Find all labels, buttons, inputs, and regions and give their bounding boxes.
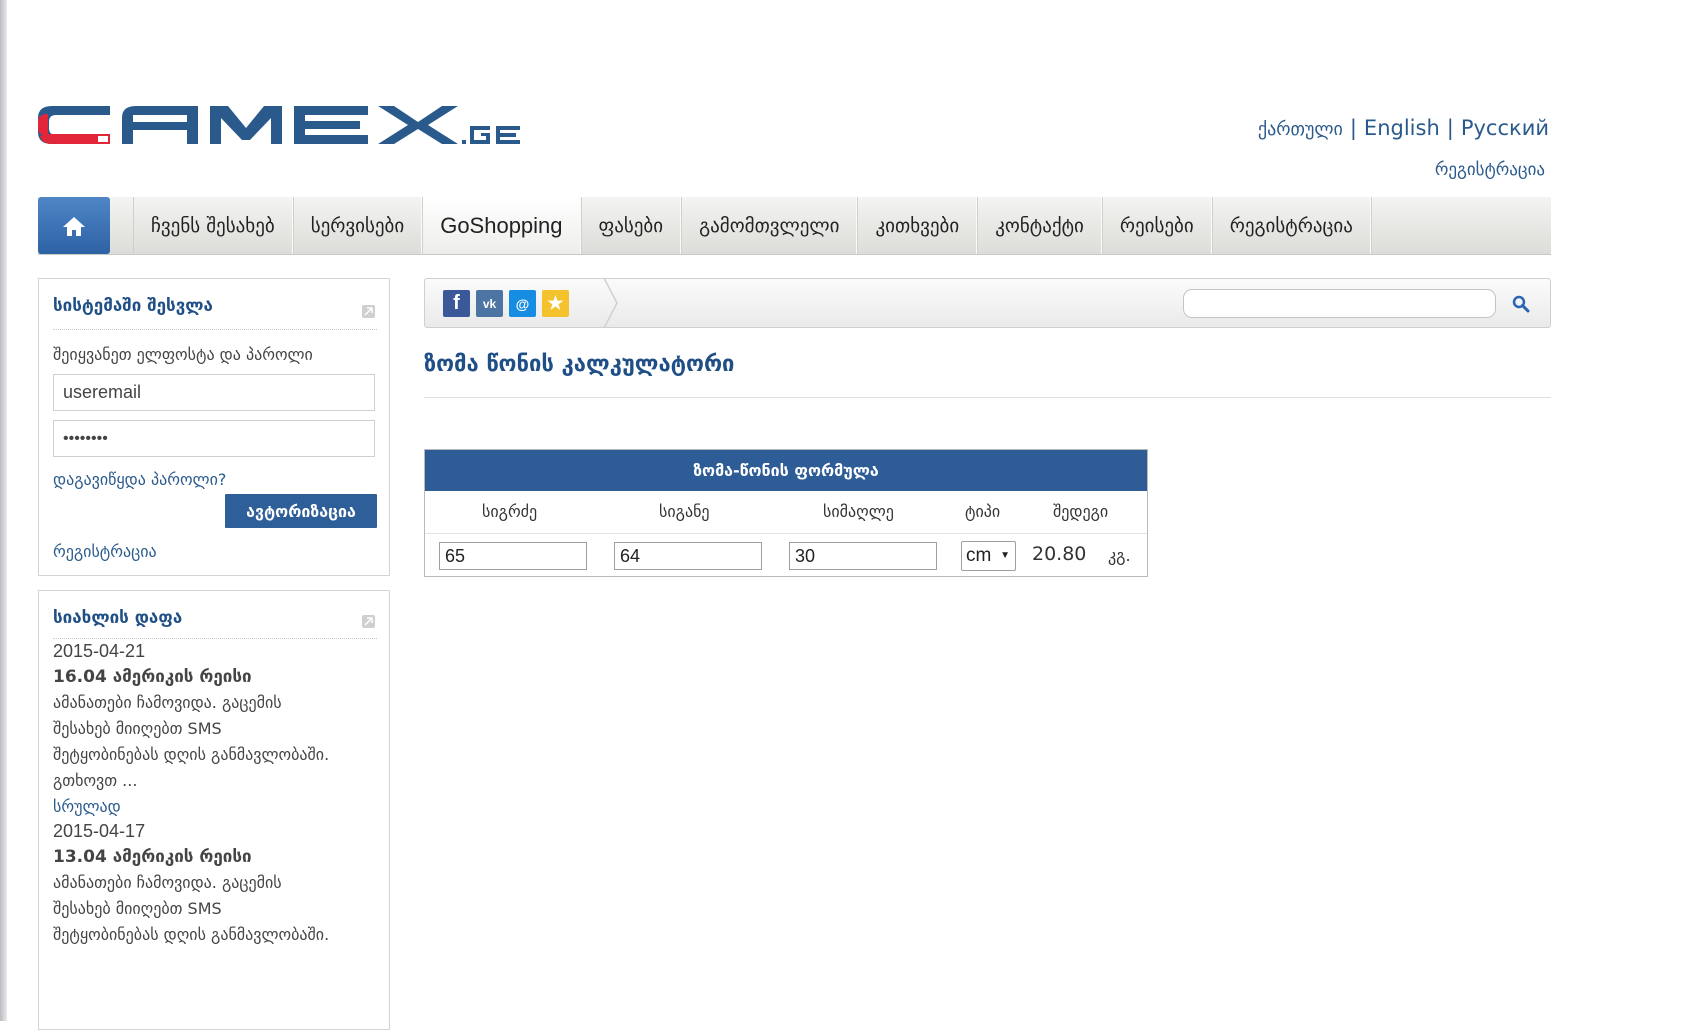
social-share: f vk @ ★ [443,290,569,317]
width-input[interactable]: 64 [614,542,762,570]
window-edge [0,0,7,1021]
search-button[interactable] [1510,293,1532,315]
divider [53,329,377,330]
login-hint: შეიყვანეთ ელფოსტა და პაროლი [53,345,313,364]
login-button[interactable]: ავტორიზაცია [225,494,377,528]
nav-faq[interactable]: კითხვები [857,197,978,254]
expand-icon[interactable] [362,615,375,628]
unit-select-value: cm [966,545,992,566]
news-text-line: შეტყობინებას დღის განმავლობაში. [53,925,330,944]
news-headline: 13.04 ამერიკის რეისი [53,847,252,867]
lang-russian[interactable]: Русский [1461,116,1549,140]
nav-divider [1370,197,1372,254]
camex-logo-image [38,106,520,144]
favorite-star-icon[interactable]: ★ [542,290,569,317]
main-nav: ჩვენს შესახებ სერვისები GoShopping ფასებ… [38,197,1551,255]
nav-flights[interactable]: რეისები [1101,197,1212,254]
page-title: ზომა წონის კალკულატორი [424,352,735,377]
column-length: სიგრძე [482,502,538,521]
news-text-line: შესახებ მიიღებთ SMS [53,899,222,918]
password-field[interactable]: •••••••• [53,420,375,457]
home-button[interactable] [38,197,110,254]
news-date: 2015-04-21 [53,641,146,661]
login-box: სისტემაში შესვლა შეიყვანეთ ელფოსტა და პა… [38,278,390,576]
email-field[interactable]: useremail [53,374,375,411]
search-input[interactable] [1183,289,1496,318]
forgot-password-link[interactable]: დაგავიწყდა პაროლი? [53,470,226,489]
nav-contact[interactable]: კონტაქტი [977,197,1102,254]
nav-about[interactable]: ჩვენს შესახებ [133,197,293,254]
news-title: სიახლის დაფა [53,608,183,628]
nav-services[interactable]: სერვისები [292,197,423,254]
news-list: 2015-04-21 16.04 ამერიკის რეისი ამანათებ… [53,639,379,948]
chevron-down-icon: ▼ [1000,550,1010,561]
nav-calculator[interactable]: გამომთვლელი [681,197,858,254]
language-switcher: ქართული | English | Русский [1258,116,1549,140]
calculator-header: ზომა-წონის ფორმულა [425,450,1147,491]
news-item: 2015-04-21 16.04 ამერიკის რეისი ამანათებ… [53,639,379,819]
nav-prices[interactable]: ფასები [580,197,682,254]
vk-icon[interactable]: vk [476,290,503,317]
news-read-more-link[interactable]: სრულად [53,794,379,819]
news-text-line: შესახებ მიიღებთ SMS [53,719,222,738]
news-headline: 16.04 ამერიკის რეისი [53,667,252,687]
header-register-link[interactable]: რეგისტრაცია [1435,160,1545,180]
news-text-line: ამანათები ჩამოვიდა. გაცემის [53,693,282,712]
height-input[interactable]: 30 [789,542,937,570]
column-type: ტიპი [965,502,1001,521]
calculator-input-row: 65 64 30 cm ▼ 20.80 კგ. [425,534,1147,577]
toolbar-separator [603,278,618,328]
size-weight-calculator: ზომა-წონის ფორმულა სიგრძე სიგანე სიმაღლე… [424,449,1148,577]
nav-register[interactable]: რეგისტრაცია [1211,197,1371,254]
expand-icon[interactable] [362,305,375,318]
search-icon [1512,295,1530,313]
divider [424,397,1551,398]
lang-english[interactable]: English [1364,116,1440,140]
home-icon [63,216,85,236]
news-box: სიახლის დაფა 2015-04-21 16.04 ამერიკის რ… [38,590,390,1030]
facebook-icon[interactable]: f [443,290,470,317]
length-input[interactable]: 65 [439,542,587,570]
column-height: სიმაღლე [823,502,894,521]
camex-logo[interactable] [38,100,528,152]
result-unit: კგ. [1108,546,1131,565]
nav-items: ჩვენს შესახებ სერვისები GoShopping ფასებ… [133,197,1372,254]
lang-georgian[interactable]: ქართული [1258,119,1343,140]
news-text-line: გთხოვთ ... [53,771,138,790]
mail-icon[interactable]: @ [509,290,536,317]
content-toolbar: f vk @ ★ [424,278,1551,328]
unit-select[interactable]: cm ▼ [961,541,1016,571]
lang-separator: | [1349,116,1357,140]
news-text-line: ამანათები ჩამოვიდა. გაცემის [53,873,282,892]
column-result: შედეგი [1053,502,1109,521]
news-date: 2015-04-17 [53,821,146,841]
login-title: სისტემაში შესვლა [53,296,213,316]
sidebar-register-link[interactable]: რეგისტრაცია [53,542,157,561]
nav-goshopping[interactable]: GoShopping [422,197,581,254]
calculator-column-headers: სიგრძე სიგანე სიმაღლე ტიპი შედეგი [425,491,1147,534]
result-value: 20.80 [1032,543,1087,565]
column-width: სიგანე [659,502,710,521]
news-item: 2015-04-17 13.04 ამერიკის რეისი ამანათებ… [53,819,379,948]
lang-separator: | [1446,116,1454,140]
news-text-line: შეტყობინებას დღის განმავლობაში. [53,745,330,764]
